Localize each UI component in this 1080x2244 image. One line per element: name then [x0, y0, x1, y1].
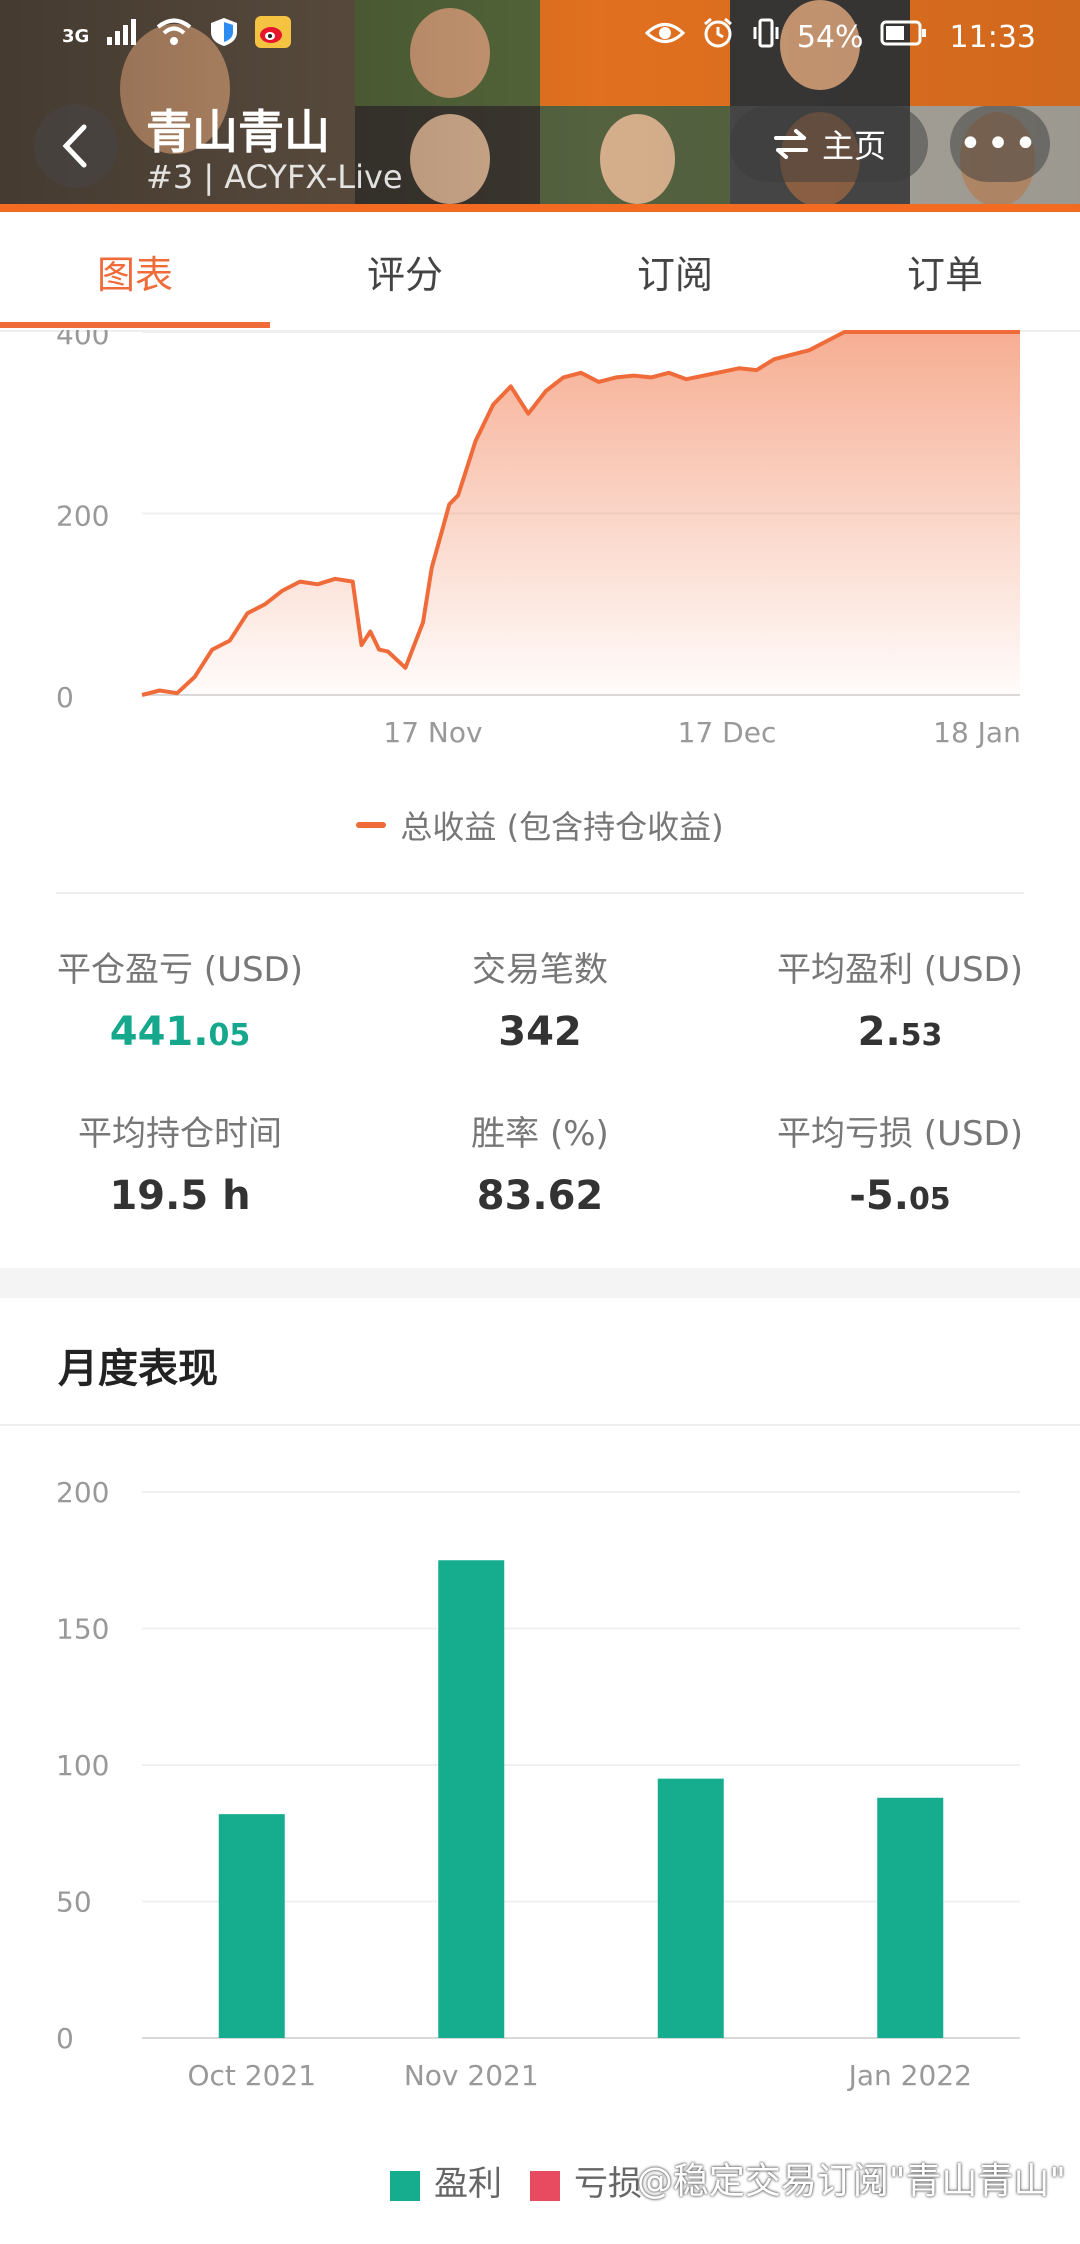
legend-item-profit: 盈利 [390, 2156, 502, 2205]
eye-icon [644, 18, 686, 56]
y-tick-label: 150 [56, 1613, 109, 1646]
monthly-performance-chart: 0 50 100 150 200 Oct 2021 Nov 2021 Jan 2022 [56, 1476, 1020, 2092]
wifi-icon [155, 17, 193, 55]
legend-label: 总收益 (包含持仓收益) [400, 808, 724, 846]
stat-value: 19.5 h [109, 1173, 251, 1219]
bar-profit [657, 1778, 724, 2038]
profile-header: 3G 54% 11:33 青山青山 #3 | ACYFX-Live 主页 ••• [0, 0, 1080, 212]
shield-icon [209, 16, 239, 56]
stat-label: 交易笔数 [472, 950, 608, 990]
stat-avg-hold-time: 平均持仓时间 19.5 h [0, 1106, 360, 1219]
legend-label: 盈利 [434, 2164, 502, 2204]
section-separator [0, 1268, 1080, 1298]
y-tick-label: 0 [56, 2022, 74, 2055]
bar-profit [218, 1814, 285, 2038]
back-button[interactable] [34, 104, 118, 188]
total-return-chart: 0 200 400 17 Nov 17 Dec 18 Jan [56, 330, 1021, 749]
stat-value: 342 [498, 1009, 582, 1055]
y-tick-label: 200 [56, 1476, 109, 1509]
y-tick-label: 100 [56, 1749, 109, 1782]
y-tick-label: 50 [56, 1886, 92, 1919]
battery-percent: 54% [796, 19, 864, 55]
stat-label: 平均盈利 (USD) [777, 950, 1023, 990]
x-tick-label: Jan 2022 [847, 2059, 972, 2092]
stat-value: 441.05 [109, 1009, 251, 1055]
x-tick-label: 17 Dec [678, 716, 777, 749]
stat-label: 平均亏损 (USD) [777, 1114, 1023, 1154]
profile-name: 青山青山 [146, 105, 330, 159]
stat-label: 平仓盈亏 (USD) [57, 950, 303, 990]
home-button-label: 主页 [821, 127, 886, 165]
x-tick-label: Nov 2021 [404, 2059, 539, 2092]
tab-bar: 图表 评分 订阅 订单 [0, 212, 1080, 332]
x-tick-label: Oct 2021 [187, 2059, 316, 2092]
stat-value: 2.53 [857, 1009, 943, 1055]
active-tab-indicator [0, 322, 270, 328]
stat-avg-loss: 平均亏损 (USD) -5.05 [720, 1106, 1080, 1219]
stat-value: -5.05 [849, 1173, 951, 1219]
status-bar: 3G 54% 11:33 [0, 16, 1080, 60]
bar-chart-legend: 盈利 亏损 [390, 2156, 642, 2205]
x-tick-label: 17 Nov [383, 716, 482, 749]
legend-item-loss: 亏损 [530, 2156, 642, 2205]
stat-avg-profit: 平均盈利 (USD) 2.53 [720, 942, 1080, 1055]
legend-swatch [356, 822, 387, 828]
monthly-performance-title: 月度表现 [58, 1346, 218, 1392]
tab-chart[interactable]: 图表 [0, 212, 270, 330]
x-tick-label: 18 Jan [933, 716, 1021, 749]
signal-icon [105, 17, 139, 55]
more-button[interactable]: ••• [950, 106, 1050, 182]
network-label: 3G [62, 25, 90, 47]
home-button[interactable]: 主页 [730, 106, 928, 182]
y-tick-label: 0 [56, 681, 74, 714]
vibrate-icon [751, 17, 781, 57]
weibo-icon [255, 16, 292, 56]
header-strip [0, 204, 1080, 212]
y-tick-label: 400 [56, 330, 109, 351]
bar-profit [438, 1560, 505, 2038]
swap-icon [773, 129, 808, 159]
divider [56, 892, 1024, 894]
divider [0, 1424, 1080, 1426]
chevron-left-icon [62, 124, 87, 168]
alarm-icon [701, 16, 735, 58]
tab-rating[interactable]: 评分 [270, 212, 540, 330]
clock: 11:33 [949, 19, 1036, 55]
profile-rank-account: #3 | ACYFX-Live [146, 158, 403, 196]
y-tick-label: 200 [56, 500, 109, 533]
stat-win-rate: 胜率 (%) 83.62 [360, 1106, 720, 1219]
more-icon: ••• [958, 121, 1042, 167]
stat-label: 胜率 (%) [471, 1114, 609, 1154]
watermark: @稳定交易订阅"青山青山" [636, 2161, 1066, 2202]
stat-value: 83.62 [476, 1173, 604, 1219]
stat-trade-count: 交易笔数 342 [360, 942, 720, 1055]
bar-profit [877, 1797, 944, 2038]
stat-label: 平均持仓时间 [78, 1114, 282, 1154]
tab-orders[interactable]: 订单 [810, 212, 1080, 330]
legend-label: 亏损 [574, 2164, 642, 2204]
stat-closed-pnl: 平仓盈亏 (USD) 441.05 [0, 942, 360, 1055]
chart-legend: 总收益 (包含持仓收益) [0, 802, 1080, 848]
tab-subscribe[interactable]: 订阅 [540, 212, 810, 330]
battery-icon [880, 19, 928, 55]
